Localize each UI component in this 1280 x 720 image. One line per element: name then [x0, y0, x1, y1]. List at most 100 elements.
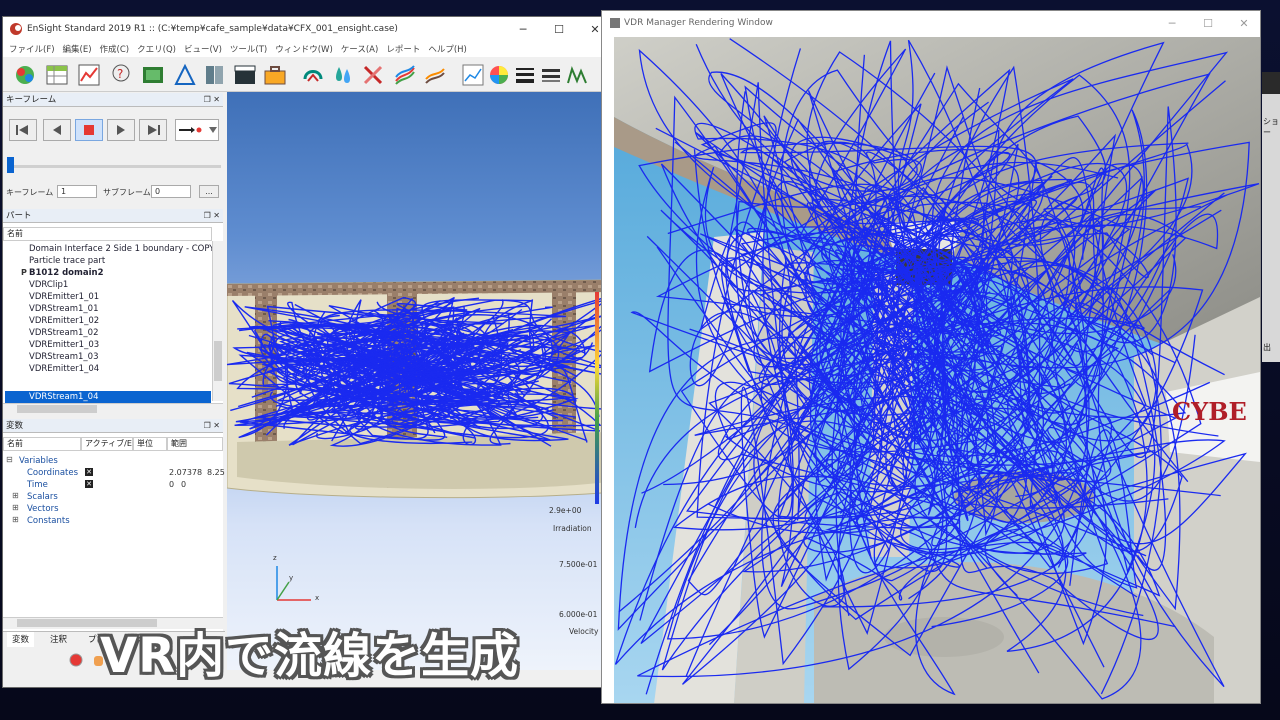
- part-item-vdremitter1-03[interactable]: VDREmitter1_03: [29, 340, 99, 350]
- variable-row-time[interactable]: Time: [27, 480, 48, 490]
- legend-tool-icon[interactable]: [539, 63, 563, 87]
- variables-subgroup-vectors[interactable]: Vectors: [27, 504, 59, 514]
- keyframe-input[interactable]: 1: [57, 185, 97, 198]
- graph-tool-icon[interactable]: [565, 63, 589, 87]
- fragment-label-2: 出: [1263, 343, 1271, 352]
- expand-icon[interactable]: ⊞: [12, 491, 19, 500]
- svg-text:?: ?: [117, 67, 123, 81]
- parts-horizontal-scrollbar[interactable]: [3, 403, 223, 415]
- particle-trace-tool-icon[interactable]: [423, 63, 447, 87]
- variables-column-active[interactable]: アクティブ/E: [81, 437, 133, 451]
- color-palette-icon[interactable]: [487, 63, 511, 87]
- record-icon[interactable]: [69, 653, 83, 667]
- part-item-vdremitter1-02[interactable]: VDREmitter1_02: [29, 316, 99, 326]
- expand-collapse-icon[interactable]: ⊟: [6, 455, 13, 464]
- part-item-vdrstream1-03[interactable]: VDRStream1_03: [29, 352, 99, 362]
- subframe-label: サブフレーム: [103, 188, 151, 197]
- vr-close-button[interactable]: ✕: [1226, 11, 1260, 35]
- vr-scene-view[interactable]: CYBE: [614, 37, 1260, 703]
- tab-variables[interactable]: 変数: [7, 632, 35, 648]
- menu-tools[interactable]: ツール(T): [230, 43, 267, 55]
- graphics-viewport[interactable]: 2.9e+00 Irradiation 7.500e-01 6.000e-01 …: [227, 92, 611, 670]
- query-tool-icon[interactable]: ?: [109, 63, 133, 87]
- expand-icon[interactable]: ⊞: [12, 503, 19, 512]
- ensight-window: EnSight Standard 2019 R1 :: (C:¥temp¥caf…: [2, 16, 612, 688]
- expand-icon[interactable]: ⊞: [12, 515, 19, 524]
- book-tool-icon[interactable]: [203, 63, 227, 87]
- vr-rendering-window: VDR Manager Rendering Window ─ ☐ ✕ CYBE: [601, 10, 1261, 704]
- menu-window[interactable]: ウィンドウ(W): [275, 43, 333, 55]
- parts-column-name[interactable]: 名前: [3, 227, 212, 241]
- vr-sign-text: CYBE: [1172, 397, 1247, 426]
- menu-case[interactable]: ケース(A): [341, 43, 379, 55]
- part-item-vdrstream1-02[interactable]: VDRStream1_02: [29, 328, 99, 338]
- menu-report[interactable]: レポート: [386, 43, 420, 55]
- timeline-slider-handle[interactable]: [7, 157, 14, 173]
- drops-tool-icon[interactable]: [331, 63, 355, 87]
- variables-subgroup-constants[interactable]: Constants: [27, 516, 70, 526]
- menu-query[interactable]: クエリ(Q): [137, 43, 176, 55]
- panel-float-close-icon[interactable]: ❐ ✕: [204, 93, 220, 107]
- ensight-logo-icon: [10, 23, 22, 35]
- menu-create[interactable]: 作成(C): [100, 43, 130, 55]
- keyframe-more-button[interactable]: ...: [199, 185, 219, 198]
- part-item-vdrclip1[interactable]: VDRClip1: [29, 280, 68, 290]
- variables-subgroup-scalars[interactable]: Scalars: [27, 492, 58, 502]
- tab-annotations[interactable]: 注釈: [45, 632, 72, 648]
- keyframe-panel-header: キーフレーム ❐ ✕: [3, 93, 223, 107]
- vr-maximize-button[interactable]: ☐: [1190, 11, 1226, 35]
- vr-minimize-button[interactable]: ─: [1154, 11, 1190, 35]
- menu-view[interactable]: ビュー(V): [184, 43, 222, 55]
- clapper-tool-icon[interactable]: [233, 63, 257, 87]
- toolbox-tool-icon[interactable]: [263, 63, 287, 87]
- main-toolbar: ? »: [3, 58, 611, 92]
- variable-row-coordinates[interactable]: Coordinates: [27, 468, 78, 478]
- panel-float-close-icon[interactable]: ❐ ✕: [204, 419, 220, 433]
- chart-tool-icon[interactable]: [461, 63, 485, 87]
- surface-tool-icon[interactable]: [141, 63, 165, 87]
- parts-tool-icon[interactable]: [13, 63, 37, 87]
- legend-mid-value: 7.500e-01: [559, 560, 598, 569]
- skip-forward-button[interactable]: [139, 119, 167, 141]
- plot-tool-icon[interactable]: [77, 63, 101, 87]
- streamline-tool-icon[interactable]: [393, 63, 417, 87]
- variables-column-unit[interactable]: 単位: [133, 437, 167, 451]
- part-parent-marker: P: [21, 268, 27, 277]
- part-item-domain-interface[interactable]: Domain Interface 2 Side 1 boundary - COP…: [29, 244, 214, 254]
- isosurface-tool-icon[interactable]: [301, 63, 325, 87]
- legend-bottom-label: Velocity: [569, 627, 599, 636]
- part-item-vdremitter1-01[interactable]: VDREmitter1_01: [29, 292, 99, 302]
- step-back-button[interactable]: [43, 119, 71, 141]
- variables-column-name[interactable]: 名前: [3, 437, 81, 451]
- legend-top-value: 2.9e+00: [549, 506, 582, 515]
- minimize-button[interactable]: ─: [505, 17, 541, 41]
- subframe-input[interactable]: 0: [151, 185, 191, 198]
- panel-float-close-icon[interactable]: ❐ ✕: [204, 209, 220, 223]
- timeline-slider[interactable]: [11, 165, 221, 168]
- menu-edit[interactable]: 編集(E): [63, 43, 92, 55]
- part-item-vdremitter1-04[interactable]: VDREmitter1_04: [29, 364, 99, 374]
- table-tool-icon[interactable]: [45, 63, 69, 87]
- variables-column-range[interactable]: 範囲: [167, 437, 223, 451]
- legend-top-label: Irradiation: [553, 524, 592, 533]
- part-item-b1012-domain2[interactable]: B1012 domain2: [29, 268, 104, 278]
- variable-active-checkbox[interactable]: ✕: [85, 480, 93, 488]
- part-item-particle-trace[interactable]: Particle trace part: [29, 256, 105, 266]
- variables-group[interactable]: Variables: [19, 456, 58, 466]
- stop-button[interactable]: [75, 119, 103, 141]
- clip-tool-icon[interactable]: [361, 63, 385, 87]
- skip-back-button[interactable]: [9, 119, 37, 141]
- variable-active-checkbox[interactable]: ✕: [85, 468, 93, 476]
- annotation-tool-icon[interactable]: [173, 63, 197, 87]
- lines-tool-icon[interactable]: [513, 63, 537, 87]
- parts-vertical-scrollbar[interactable]: [212, 241, 224, 401]
- menu-file[interactable]: ファイル(F): [9, 43, 55, 55]
- menubar: ファイル(F) 編集(E) 作成(C) クエリ(Q) ビュー(V) ツール(T)…: [3, 41, 611, 57]
- play-button[interactable]: [107, 119, 135, 141]
- maximize-button[interactable]: ☐: [541, 17, 577, 41]
- part-item-vdrstream1-04[interactable]: VDRStream1_04: [29, 392, 99, 402]
- part-item-vdrstream1-01[interactable]: VDRStream1_01: [29, 304, 99, 314]
- menu-help[interactable]: ヘルプ(H): [428, 43, 467, 55]
- vr-titlebar: VDR Manager Rendering Window ─ ☐ ✕: [602, 11, 1260, 35]
- playback-mode-select[interactable]: [175, 119, 219, 141]
